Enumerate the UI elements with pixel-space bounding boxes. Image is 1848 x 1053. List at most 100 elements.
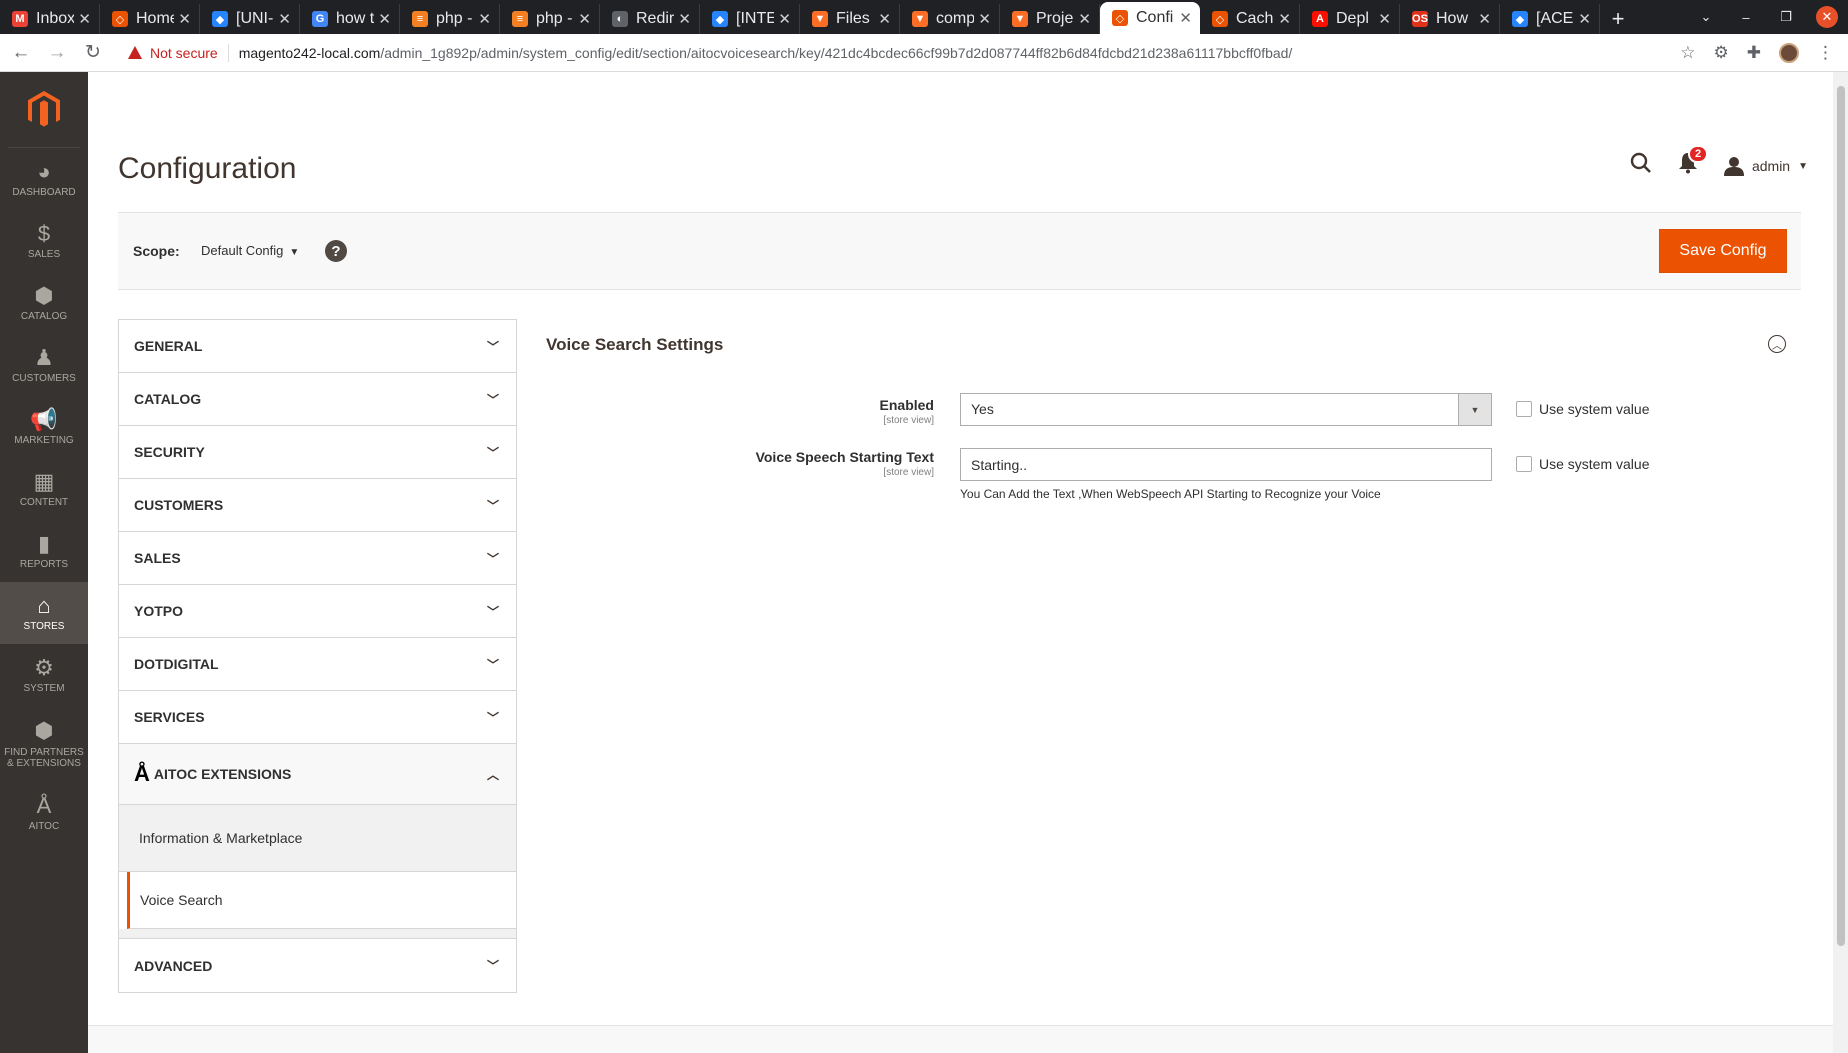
- tab-close-icon[interactable]: ✕: [1278, 10, 1291, 28]
- close-window-icon[interactable]: ✕: [1816, 6, 1838, 28]
- scope-bar: Scope: Default Config ▼ ? Save Config: [118, 212, 1801, 290]
- tab-title: Inbox: [36, 10, 75, 27]
- puzzle-icon[interactable]: ✚: [1747, 43, 1761, 63]
- dollar-icon: $: [37, 220, 51, 246]
- sidebar-item-sales[interactable]: $ SALES: [0, 210, 88, 272]
- tab-close-icon[interactable]: ✕: [78, 10, 91, 28]
- config-tab-sales[interactable]: SALES ﹀: [119, 532, 516, 585]
- config-tab-security[interactable]: SECURITY ﹀: [119, 426, 516, 479]
- browser-tab[interactable]: Ghow t ✕: [300, 4, 400, 34]
- sidebar-item-find-partners-extensions[interactable]: ⬢ FIND PARTNERS & EXTENSIONS: [0, 706, 88, 782]
- restore-icon[interactable]: ❐: [1766, 9, 1806, 25]
- admin-user-menu[interactable]: admin ▼: [1723, 156, 1808, 176]
- search-icon[interactable]: [1630, 152, 1652, 180]
- tab-close-icon[interactable]: ✕: [178, 10, 191, 28]
- page-scrollbar[interactable]: [1833, 72, 1848, 1053]
- tab-close-icon[interactable]: ✕: [378, 10, 391, 28]
- sidebar-item-content[interactable]: ▦ CONTENT: [0, 458, 88, 520]
- config-tab-general[interactable]: GENERAL ﹀: [119, 320, 516, 373]
- use-system-value-starting-text[interactable]: Use system value: [1516, 456, 1649, 472]
- forward-icon[interactable]: →: [42, 38, 72, 68]
- config-tab-dotdigital[interactable]: DOTDIGITAL ﹀: [119, 638, 516, 691]
- tab-close-icon[interactable]: ✕: [778, 10, 791, 28]
- not-secure-label[interactable]: Not secure: [150, 45, 218, 61]
- sidebar-item-reports[interactable]: ▮ REPORTS: [0, 520, 88, 582]
- magento-icon: ◇: [112, 11, 128, 27]
- tab-close-icon[interactable]: ✕: [678, 10, 691, 28]
- sidebar-item-label: CONTENT: [19, 497, 69, 509]
- browser-tab[interactable]: M Inbox ✕: [0, 4, 100, 34]
- tab-close-icon[interactable]: ✕: [578, 10, 591, 28]
- browser-tab[interactable]: ◇ Cach ✕: [1200, 4, 1300, 34]
- config-tab-advanced[interactable]: ADVANCED ﹀: [119, 939, 516, 992]
- browser-tab[interactable]: ▼ comp ✕: [900, 4, 1000, 34]
- scrollbar-thumb[interactable]: [1837, 86, 1845, 946]
- save-config-button[interactable]: Save Config: [1659, 229, 1787, 273]
- tab-close-icon[interactable]: ✕: [1478, 10, 1491, 28]
- sidebar-item-marketing[interactable]: 📢 MARKETING: [0, 396, 88, 458]
- sidebar-item-stores[interactable]: ⌂ STORES: [0, 582, 88, 644]
- extension-gear-icon[interactable]: ⚙: [1714, 43, 1729, 63]
- bookmark-star-icon[interactable]: ☆: [1680, 43, 1695, 63]
- profile-avatar[interactable]: [1779, 42, 1799, 63]
- tab-title: Cach: [1236, 10, 1274, 27]
- config-subtab-information-marketplace[interactable]: Information & Marketplace: [119, 805, 516, 872]
- config-tab-label: SERVICES: [134, 709, 205, 725]
- checkbox[interactable]: [1516, 401, 1532, 417]
- use-system-value-enabled[interactable]: Use system value: [1516, 401, 1649, 417]
- tab-search-icon[interactable]: ⌄: [1686, 9, 1726, 25]
- scope-switcher[interactable]: Default Config ▼: [201, 243, 299, 258]
- browser-tab[interactable]: ◆ [INTE ✕: [700, 4, 800, 34]
- new-tab-button[interactable]: +: [1600, 4, 1636, 34]
- browser-tab[interactable]: ◆ [ACE ✕: [1500, 4, 1600, 34]
- browser-tab[interactable]: ▼ Proje ✕: [1000, 4, 1100, 34]
- config-tab-label: CATALOG: [134, 391, 202, 407]
- reload-icon[interactable]: ↻: [78, 38, 108, 68]
- sidebar-item-dashboard[interactable]: ◕ DASHBOARD: [0, 148, 88, 210]
- browser-tab[interactable]: ◇ Confi ✕: [1100, 2, 1200, 34]
- tab-close-icon[interactable]: ✕: [1578, 10, 1591, 28]
- config-subtab-voice-search[interactable]: Voice Search: [127, 872, 516, 929]
- omnibox[interactable]: Not secure magento242-local.com /admin_1…: [128, 38, 1680, 68]
- admin-main: Configuration 2 admin ▼ Scope: Default C…: [88, 72, 1848, 1053]
- browser-tab[interactable]: ◐ Redir ✕: [600, 4, 700, 34]
- scope-value: Default Config: [201, 243, 284, 258]
- tab-close-icon[interactable]: ✕: [278, 10, 291, 28]
- tab-close-icon[interactable]: ✕: [1078, 10, 1091, 28]
- sidebar-item-customers[interactable]: ♟ CUSTOMERS: [0, 334, 88, 396]
- magento-logo[interactable]: [8, 72, 80, 148]
- config-tab-customers[interactable]: CUSTOMERS ﹀: [119, 479, 516, 532]
- minimize-icon[interactable]: –: [1726, 10, 1766, 25]
- enabled-select[interactable]: Yes ▼: [960, 393, 1492, 426]
- browser-tab[interactable]: ◆ [UNI- ✕: [200, 4, 300, 34]
- tab-close-icon[interactable]: ✕: [1179, 9, 1192, 27]
- browser-tab[interactable]: ≡ php - ✕: [400, 4, 500, 34]
- browser-tab[interactable]: ≡ php - ✕: [500, 4, 600, 34]
- section-title[interactable]: Voice Search Settings: [546, 335, 723, 355]
- collapse-chevron-up-icon[interactable]: ︿: [1768, 335, 1786, 353]
- tab-close-icon[interactable]: ✕: [878, 10, 891, 28]
- select-arrow-icon[interactable]: ▼: [1458, 394, 1491, 425]
- sidebar-item-label: SYSTEM: [23, 683, 65, 695]
- back-icon[interactable]: ←: [6, 38, 36, 68]
- browser-tab[interactable]: ◇ Home ✕: [100, 4, 200, 34]
- config-tab-catalog[interactable]: CATALOG ﹀: [119, 373, 516, 426]
- tab-close-icon[interactable]: ✕: [478, 10, 491, 28]
- checkbox[interactable]: [1516, 456, 1532, 472]
- field-scope: [store view]: [883, 415, 934, 426]
- browser-tab[interactable]: ▼ Files ✕: [800, 4, 900, 34]
- help-icon[interactable]: ?: [325, 240, 347, 262]
- voice-speech-starting-text-input[interactable]: [960, 448, 1492, 481]
- config-tab-aitoc-extensions[interactable]: Å AITOC EXTENSIONS ︿: [119, 744, 516, 805]
- menu-icon[interactable]: ⋮: [1817, 43, 1834, 63]
- sidebar-item-catalog[interactable]: ⬢ CATALOG: [0, 272, 88, 334]
- browser-tab[interactable]: A Depl ✕: [1300, 4, 1400, 34]
- tab-close-icon[interactable]: ✕: [1378, 10, 1391, 28]
- config-tab-services[interactable]: SERVICES ﹀: [119, 691, 516, 744]
- sidebar-item-aitoc[interactable]: Å AITOC: [0, 782, 88, 844]
- notifications-bell-icon[interactable]: 2: [1678, 145, 1709, 180]
- browser-tab[interactable]: OS How ✕: [1400, 4, 1500, 34]
- config-tab-yotpo[interactable]: YOTPO ﹀: [119, 585, 516, 638]
- tab-close-icon[interactable]: ✕: [978, 10, 991, 28]
- sidebar-item-system[interactable]: ⚙ SYSTEM: [0, 644, 88, 706]
